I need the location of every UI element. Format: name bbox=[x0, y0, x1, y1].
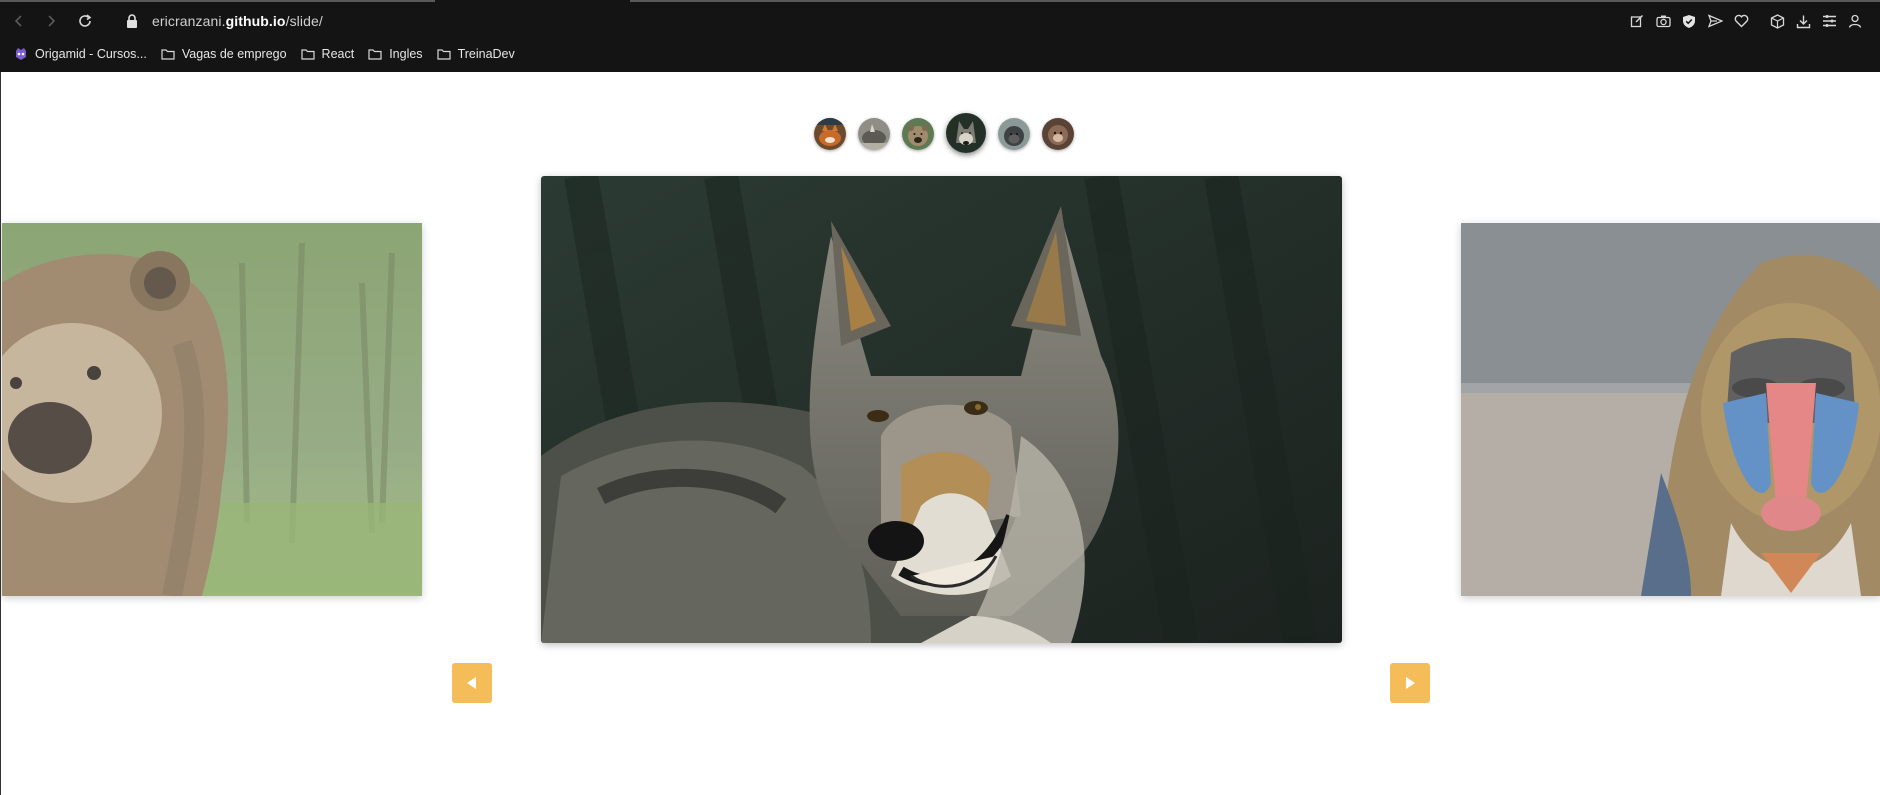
prev-slide-button[interactable] bbox=[452, 663, 492, 703]
reload-button[interactable] bbox=[75, 11, 95, 31]
browser-chrome: ericranzani.github.io/slide/ Origamid - … bbox=[0, 0, 1880, 72]
thumbnail-bear[interactable] bbox=[902, 117, 934, 150]
folder-icon bbox=[300, 49, 315, 60]
address-bar[interactable]: ericranzani.github.io/slide/ bbox=[126, 8, 323, 34]
download-icon[interactable] bbox=[1790, 10, 1816, 32]
chevron-left-icon bbox=[14, 15, 22, 27]
bookmark-origamid[interactable]: Origamid - Cursos... bbox=[14, 47, 147, 61]
bookmark-label: React bbox=[321, 47, 355, 61]
thumbnail-fox[interactable] bbox=[814, 117, 846, 150]
thumbnail-wolf[interactable] bbox=[946, 113, 986, 153]
bear-image bbox=[2, 223, 422, 596]
heart-icon[interactable] bbox=[1728, 10, 1754, 32]
shield-icon[interactable] bbox=[1676, 10, 1702, 32]
thumbnail-rhino[interactable] bbox=[858, 117, 890, 150]
bookmark-label: Ingles bbox=[389, 47, 423, 61]
tab-strip-edge bbox=[0, 0, 435, 2]
lock-icon bbox=[127, 14, 137, 28]
next-arrow-icon bbox=[1406, 677, 1415, 689]
slideshow-page bbox=[0, 72, 1880, 795]
origamid-logo-icon bbox=[16, 48, 26, 60]
cube-icon[interactable] bbox=[1764, 10, 1790, 32]
reload-icon bbox=[79, 14, 92, 27]
toolbar-icons bbox=[1624, 10, 1868, 32]
folder-icon bbox=[161, 49, 175, 60]
bookmark-label: Origamid - Cursos... bbox=[35, 47, 147, 61]
edit-icon[interactable] bbox=[1624, 10, 1650, 32]
chevron-right-icon bbox=[48, 15, 56, 27]
back-button[interactable] bbox=[9, 11, 29, 31]
slide-next-mandrill[interactable] bbox=[1461, 223, 1880, 596]
bookmarks-bar: Origamid - Cursos... Vagas de emprego Re… bbox=[14, 44, 529, 64]
bookmark-label: TreinaDev bbox=[457, 47, 515, 61]
url-text: ericranzani.github.io/slide/ bbox=[152, 13, 323, 29]
prev-arrow-icon bbox=[467, 677, 476, 689]
next-slide-button[interactable] bbox=[1390, 663, 1430, 703]
thumbnail-gorilla[interactable] bbox=[998, 117, 1030, 150]
bookmark-folder-vagas[interactable]: Vagas de emprego bbox=[161, 47, 287, 61]
folder-icon bbox=[368, 49, 382, 60]
bookmark-folder-treinadev[interactable]: TreinaDev bbox=[436, 47, 515, 61]
bookmark-label: Vagas de emprego bbox=[181, 47, 287, 61]
camera-icon[interactable] bbox=[1650, 10, 1676, 32]
bookmark-folder-react[interactable]: React bbox=[300, 47, 355, 61]
tab-strip-edge bbox=[630, 0, 1880, 2]
slide-current-wolf[interactable] bbox=[541, 176, 1342, 643]
mandrill-image bbox=[1461, 223, 1880, 596]
account-icon[interactable] bbox=[1842, 10, 1868, 32]
slide-previous-bear[interactable] bbox=[2, 223, 422, 596]
folder-icon bbox=[436, 49, 451, 60]
bookmark-folder-ingles[interactable]: Ingles bbox=[368, 47, 423, 61]
thumbnail-monkey[interactable] bbox=[1042, 117, 1074, 150]
thumbnail-nav bbox=[814, 113, 1086, 153]
forward-button[interactable] bbox=[41, 11, 61, 31]
wolf-image bbox=[541, 176, 1342, 643]
menu-icon[interactable] bbox=[1816, 10, 1842, 32]
send-icon[interactable] bbox=[1702, 10, 1728, 32]
